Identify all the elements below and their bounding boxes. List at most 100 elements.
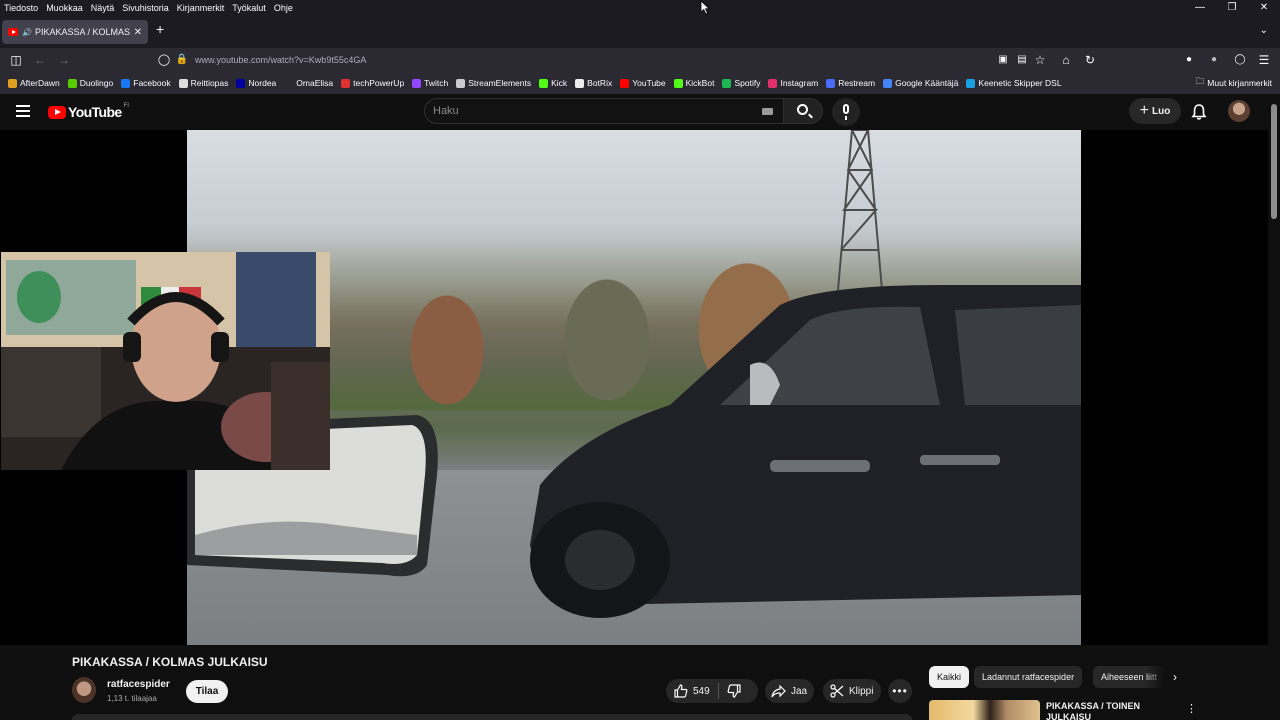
reload-icon[interactable]: ↻	[1082, 52, 1098, 68]
more-actions-button[interactable]: •••	[888, 679, 912, 703]
video-frame-car	[530, 285, 1081, 618]
bookmark-item[interactable]: Google Kääntäjä	[883, 78, 958, 88]
create-label: Luo	[1152, 105, 1171, 117]
bookmark-label: Twitch	[424, 78, 449, 88]
bookmarks-toolbar: AfterDawn Duolingo Facebook Reittiopas Norde…	[0, 72, 1280, 94]
chevron-down-icon[interactable]: ⌄	[1260, 25, 1268, 36]
restore-icon[interactable]: ❐	[1216, 0, 1248, 16]
subscribe-button[interactable]: Tilaa	[186, 680, 228, 703]
lock-icon[interactable]: 🔒	[174, 52, 190, 68]
bookmark-item[interactable]: Facebook	[121, 78, 171, 88]
search-box	[424, 98, 784, 124]
bookmark-item[interactable]: Nordea	[236, 78, 276, 88]
menu-bookmarks[interactable]: Kirjanmerkit	[173, 3, 229, 13]
dislike-button[interactable]	[719, 679, 754, 703]
voice-search-button[interactable]	[832, 98, 860, 126]
bookmark-item[interactable]: Kick	[539, 78, 567, 88]
share-button[interactable]: Jaa	[765, 679, 814, 703]
mouse-cursor-icon	[700, 0, 710, 15]
recommended-title[interactable]: PIKAKASSA / TOINEN JULKAISU	[1046, 701, 1166, 720]
microphone-icon	[843, 104, 849, 120]
bookmark-item[interactable]: Instagram	[768, 78, 818, 88]
bookmark-item[interactable]: Twitch	[412, 78, 448, 88]
menu-view[interactable]: Näytä	[87, 3, 119, 13]
home-icon[interactable]: ⌂	[1058, 52, 1074, 68]
account-icon[interactable]: ●	[1206, 52, 1222, 68]
scrollbar-thumb[interactable]	[1271, 104, 1277, 219]
forward-icon[interactable]: →	[56, 52, 72, 68]
bookmark-item[interactable]: BotRix	[575, 78, 612, 88]
tab-close-icon[interactable]: ✕	[134, 27, 142, 38]
bookmark-item[interactable]: Reittiopas	[178, 78, 228, 88]
account-avatar[interactable]	[1228, 100, 1250, 122]
menu-edit[interactable]: Muokkaa	[42, 3, 87, 13]
bookmark-item[interactable]: Spotify	[722, 78, 760, 88]
bookmark-favicon-icon	[539, 78, 549, 88]
bookmark-label: Keenetic Skipper DSL	[978, 78, 1062, 88]
bookmark-favicon-icon	[412, 78, 422, 88]
menu-history[interactable]: Sivuhistoria	[118, 3, 173, 13]
speaker-icon[interactable]: 🔊	[22, 28, 32, 37]
like-count: 549	[693, 685, 710, 697]
minimize-icon[interactable]: —	[1184, 0, 1216, 16]
like-button[interactable]: 549	[666, 679, 718, 703]
description-box[interactable]	[72, 714, 912, 720]
other-bookmarks[interactable]: 🗀 Muut kirjanmerkit	[1196, 72, 1272, 94]
bookmark-item[interactable]: Duolingo	[67, 78, 113, 88]
guide-menu-icon[interactable]	[16, 105, 30, 117]
bookmark-label: StreamElements	[468, 78, 532, 88]
tab-active[interactable]: 🔊 PIKAKASSA / KOLMAS JULKAISU ✕	[2, 20, 148, 44]
bookmark-label: techPowerUp	[353, 78, 405, 88]
other-bookmarks-label: Muut kirjanmerkit	[1207, 78, 1272, 88]
url-text: www.youtube.com/watch?v=Kwb9t55c4GA	[195, 55, 367, 65]
sidebar-toggle-icon[interactable]: ◫	[8, 52, 24, 68]
star-icon[interactable]: ☆	[1032, 52, 1048, 68]
channel-name[interactable]: ratfacespider	[107, 679, 170, 690]
search-input[interactable]	[433, 99, 753, 123]
extensions-puzzle-icon[interactable]: ◯	[1232, 52, 1248, 68]
extension-icon[interactable]: ●	[1181, 52, 1197, 68]
clip-button[interactable]: Klippi	[823, 679, 881, 703]
bookmark-item[interactable]: OmaElisa	[284, 78, 333, 88]
bookmark-item[interactable]: techPowerUp	[341, 78, 404, 88]
youtube-logo[interactable]: YouTube FI	[48, 103, 129, 120]
back-icon[interactable]: ←	[32, 52, 48, 68]
bookmark-label: Nordea	[248, 78, 277, 88]
video-title: PIKAKASSA / KOLMAS JULKAISU	[72, 655, 268, 669]
country-code: FI	[123, 103, 129, 109]
close-window-icon[interactable]: ✕	[1248, 0, 1280, 16]
bookmark-label: YouTube	[632, 78, 666, 88]
keyboard-icon[interactable]	[762, 108, 773, 115]
chevron-right-icon[interactable]: ›	[1173, 670, 1177, 684]
bookmark-favicon-icon	[8, 78, 17, 88]
menu-help[interactable]: Ohje	[270, 3, 297, 13]
bookmark-label: AfterDawn	[20, 78, 60, 88]
chip-uploaded-by[interactable]: Ladannut ratfacespider	[974, 666, 1083, 688]
bookmark-item[interactable]: Keenetic Skipper DSL	[966, 78, 1062, 88]
chip-all[interactable]: Kaikki	[929, 666, 970, 688]
reader-view-icon[interactable]: ▤	[1014, 52, 1030, 68]
bookmark-label: Google Kääntäjä	[895, 78, 959, 88]
chip-fade	[1145, 664, 1173, 690]
channel-avatar[interactable]	[72, 677, 96, 703]
new-tab-icon[interactable]: +	[156, 21, 164, 37]
bookmark-favicon-icon	[966, 78, 976, 88]
shield-icon[interactable]: ◯	[156, 52, 172, 68]
menu-file[interactable]: Tiedosto	[0, 3, 42, 13]
bookmark-item[interactable]: Restream	[826, 78, 875, 88]
page-scrollbar[interactable]	[1268, 94, 1280, 720]
recommended-thumbnail[interactable]	[929, 700, 1040, 720]
notifications-bell-icon[interactable]	[1190, 103, 1208, 121]
bookmark-item[interactable]: StreamElements	[456, 78, 531, 88]
search-button[interactable]	[783, 98, 823, 124]
bookmark-item[interactable]: YouTube	[620, 78, 666, 88]
menu-tools[interactable]: Työkalut	[228, 3, 270, 13]
more-vertical-icon[interactable]: ⋮	[1186, 702, 1197, 715]
bookmark-label: Kick	[551, 78, 568, 88]
app-menu-icon[interactable]: ☰	[1256, 52, 1272, 68]
bookmark-item[interactable]: KickBot	[673, 78, 714, 88]
bookmark-item[interactable]: AfterDawn	[8, 78, 60, 88]
url-bar[interactable]: www.youtube.com/watch?v=Kwb9t55c4GA	[195, 49, 895, 71]
create-button[interactable]: + Luo	[1129, 98, 1181, 124]
picture-in-picture-icon[interactable]: ▣	[995, 52, 1011, 68]
